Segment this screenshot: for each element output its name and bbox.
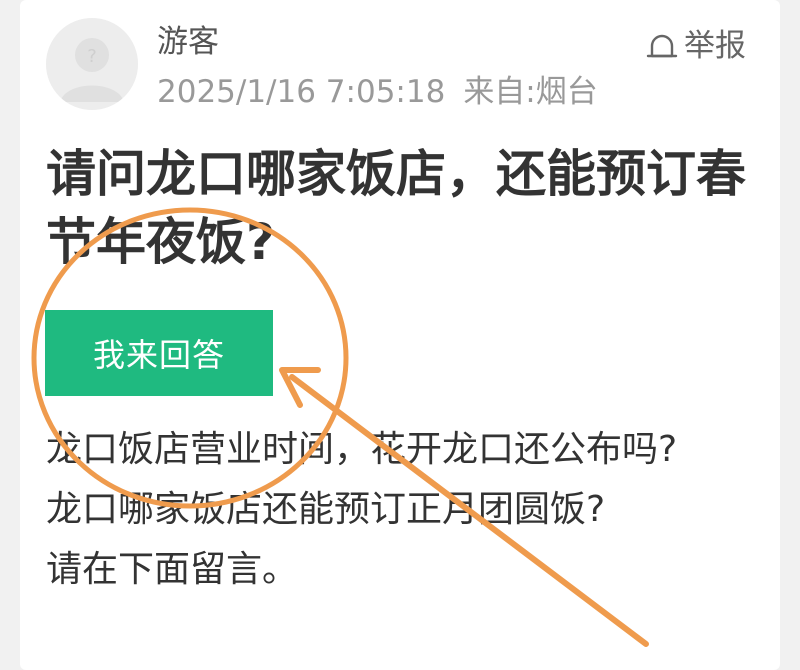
body-line: 龙口饭店营业时间，花开龙口还公布吗? <box>46 429 678 470</box>
question-title: 请问龙口哪家饭店，还能预订春节年夜饭? <box>46 145 746 271</box>
report-button[interactable]: 举报 <box>646 26 746 66</box>
report-label: 举报 <box>684 28 746 64</box>
source-label: 来自: <box>463 74 536 110</box>
question-body: 龙口饭店营业时间，花开龙口还公布吗? 龙口哪家饭店还能预订正月团圆饭? 请在下面… <box>46 420 706 600</box>
svg-text:?: ? <box>87 46 97 67</box>
author-name[interactable]: 游客 <box>157 24 219 60</box>
post-timestamp: 2025/1/16 7:05:18 <box>157 74 446 110</box>
answer-button[interactable]: 我来回答 <box>45 310 273 396</box>
post-meta: 2025/1/16 7:05:18 来自:烟台 <box>157 74 598 110</box>
body-line: 龙口哪家饭店还能预订正月团圆饭? <box>46 489 606 530</box>
user-avatar[interactable]: ? <box>46 18 138 110</box>
avatar-placeholder-icon: ? <box>46 18 138 110</box>
source-location: 烟台 <box>535 74 598 110</box>
body-line: 请在下面留言。 <box>46 549 299 590</box>
report-icon <box>646 34 678 58</box>
